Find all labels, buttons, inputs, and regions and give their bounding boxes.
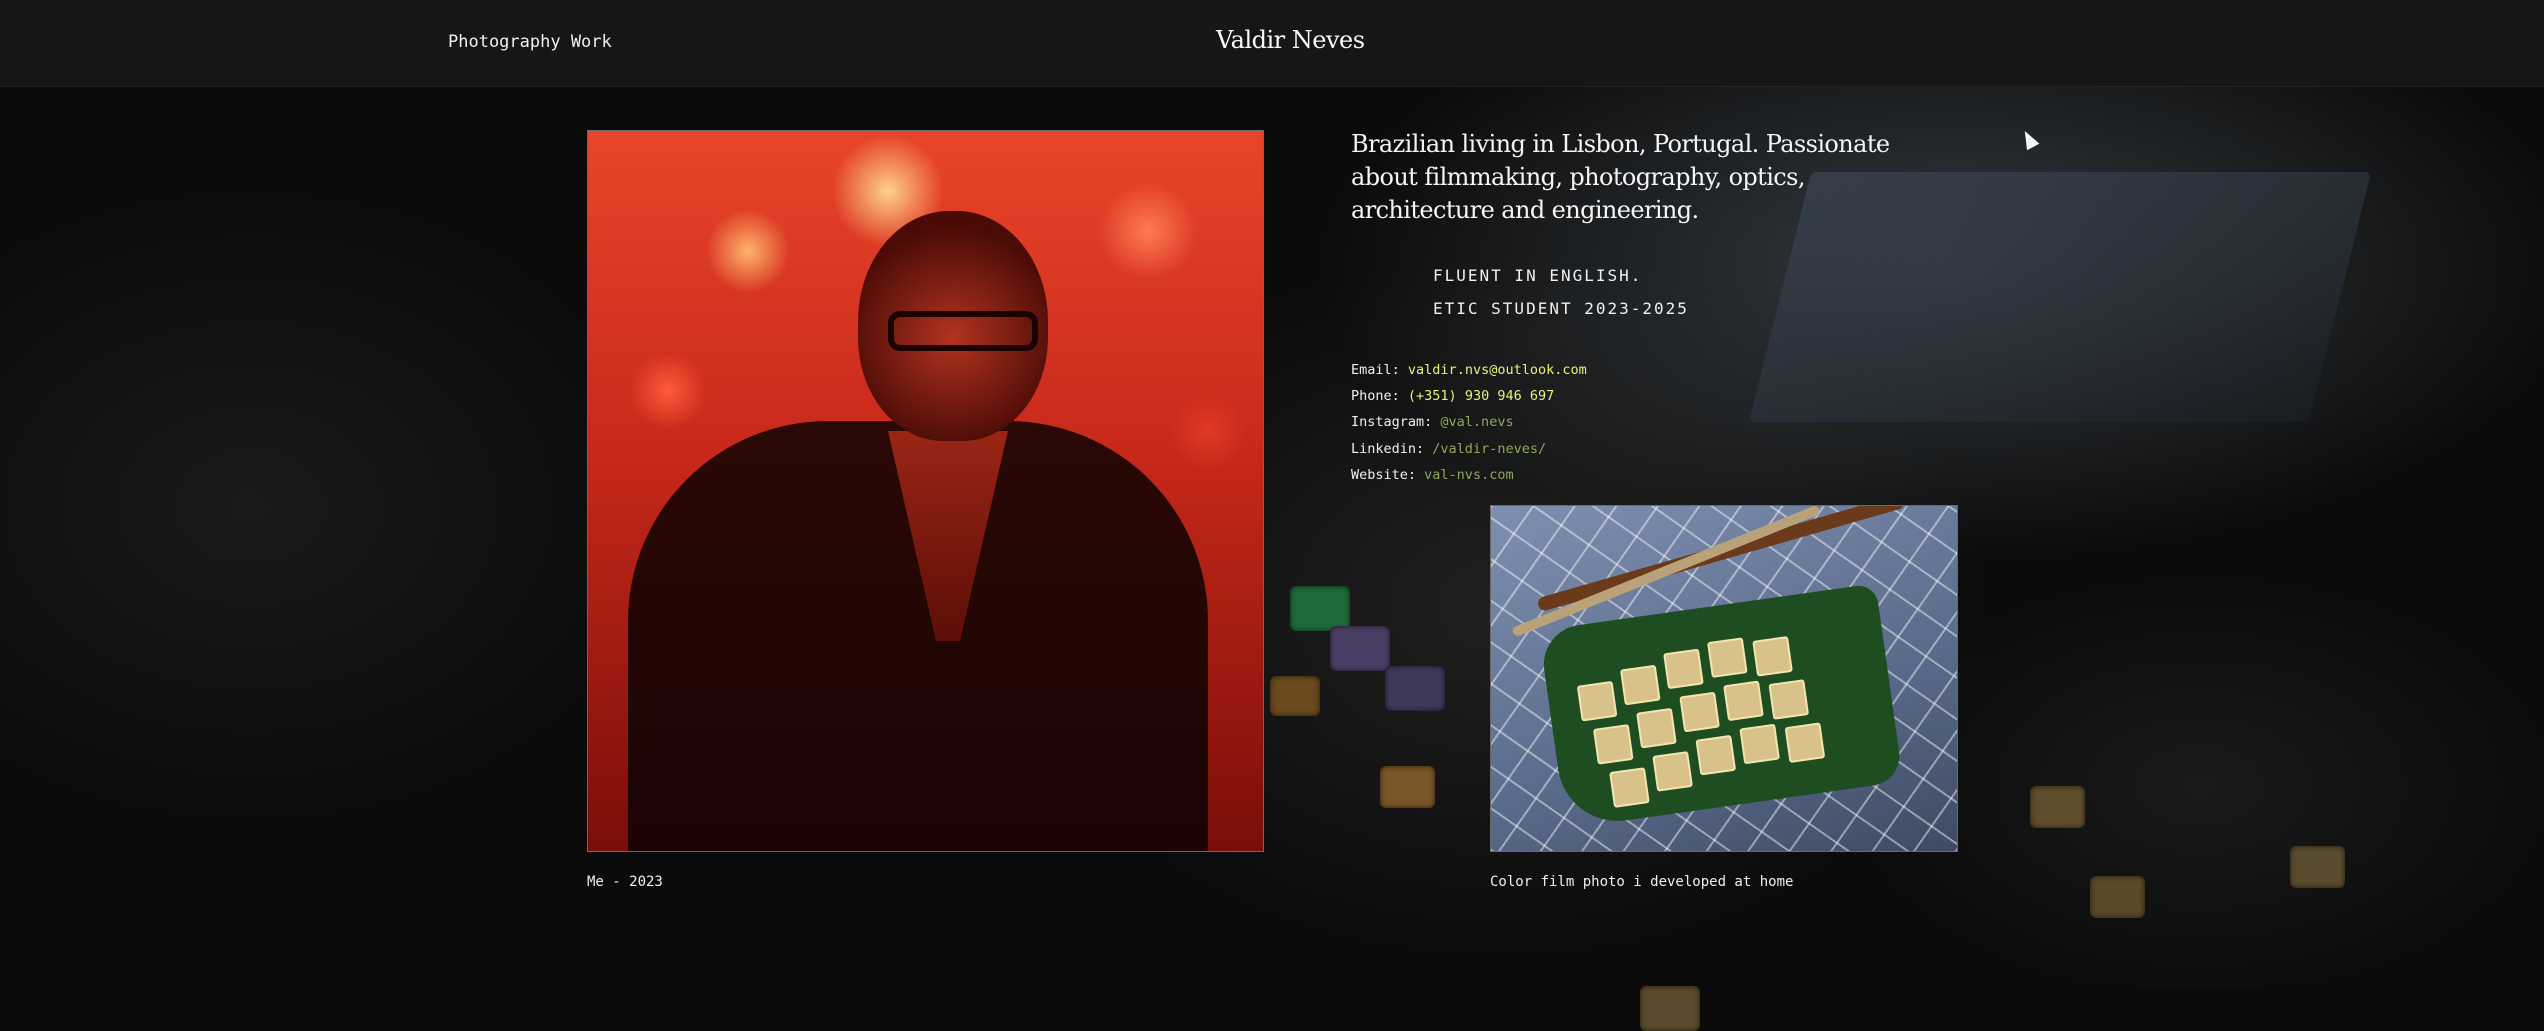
contact-website-label: Website: [1351,467,1417,483]
mixer-pad [1270,676,1320,716]
mixer-pad [2090,876,2145,918]
contact-email-label: Email: [1351,362,1400,378]
mixer-pad [1380,766,1435,808]
contact-instagram: Instagram: @val.nevs [1351,414,1514,430]
film-photo [1490,505,1958,852]
website-link[interactable]: val-nvs.com [1424,467,1513,483]
portrait-photo [587,130,1264,852]
portrait-caption: Me - 2023 [587,874,663,890]
intro-text: Brazilian living in Lisbon, Portugal. Pa… [1351,130,1890,224]
mixer-pad [2030,786,2085,828]
mixer-pad [1385,666,1445,711]
mixer-pad [1290,586,1350,631]
contact-email: Email: valdir.nvs@outlook.com [1351,362,1587,378]
fact-student: ETIC STUDENT 2023-2025 [1433,299,1689,318]
keyboard-pcb [1538,583,1904,829]
contact-phone-label: Phone: [1351,388,1400,404]
instagram-link[interactable]: @val.nevs [1440,414,1513,430]
site-header: Photography Work Valdir Neves [0,0,2544,87]
contact-instagram-label: Instagram: [1351,414,1433,430]
film-photo-caption: Color film photo i developed at home [1490,874,1794,890]
linkedin-link[interactable]: /valdir-neves/ [1432,441,1546,457]
background-photo [0,86,2544,1031]
contact-linkedin: Linkedin: /valdir-neves/ [1351,441,1546,457]
portrait-glasses [888,311,1038,351]
phone-link[interactable]: (+351) 930 946 697 [1408,388,1554,404]
contact-linkedin-label: Linkedin: [1351,441,1425,457]
mixer-pad [1640,986,1700,1031]
photography-work-link[interactable]: Photography Work [448,32,612,52]
mixer-pad [2290,846,2345,888]
fact-english: FLUENT IN ENGLISH. [1433,266,1643,285]
site-title: Valdir Neves [1216,26,1365,54]
email-link[interactable]: valdir.nvs@outlook.com [1408,362,1587,378]
mixer-pad [1330,626,1390,671]
contact-phone: Phone: (+351) 930 946 697 [1351,388,1554,404]
contact-website: Website: val-nvs.com [1351,467,1514,483]
